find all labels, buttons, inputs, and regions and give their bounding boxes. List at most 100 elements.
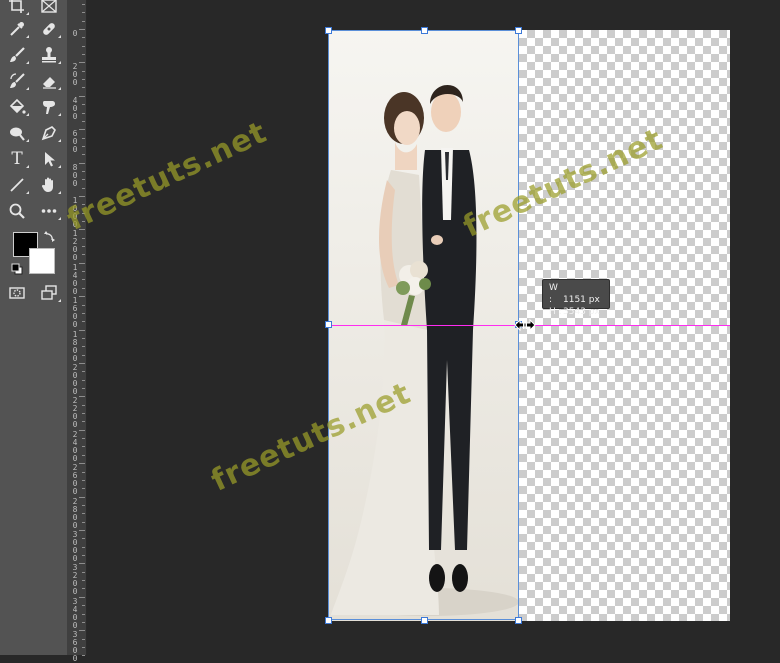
ruler-tick	[82, 313, 85, 314]
ruler-tick	[82, 413, 85, 414]
ruler-tick	[79, 62, 85, 63]
ruler-tick	[82, 288, 85, 289]
ruler-tick	[82, 639, 85, 640]
ruler-tick	[82, 488, 85, 489]
ruler-tick	[82, 238, 85, 239]
width-value: 1151 px	[563, 295, 600, 305]
zoom-tool[interactable]	[4, 199, 30, 223]
frame-icon	[41, 0, 57, 13]
ruler-tick	[82, 346, 85, 347]
ruler-tick	[79, 430, 85, 431]
vertical-ruler[interactable]: 02 0 04 0 06 0 08 0 01 0 0 01 2 0 01 4 0…	[67, 0, 87, 663]
ruler-label: 1 6 0 0	[72, 296, 78, 330]
hand-icon	[41, 177, 53, 192]
ruler-tick	[82, 622, 85, 623]
pen-tool[interactable]	[36, 121, 62, 145]
ruler-tick	[82, 113, 85, 114]
ruler-tick	[82, 138, 85, 139]
pen-icon	[41, 126, 56, 141]
ruler-tick	[82, 121, 85, 122]
ruler-label: 1 4 0 0	[72, 262, 78, 296]
transform-handle-bottom[interactable]	[421, 617, 428, 624]
tools-panel: T	[0, 0, 68, 655]
ruler-tick	[82, 522, 85, 523]
ruler-tick	[82, 254, 85, 255]
line-tool[interactable]	[4, 173, 30, 197]
screen-mode-icon	[41, 285, 57, 300]
ruler-tick	[79, 463, 85, 464]
ruler-tick	[79, 396, 85, 397]
ruler-label: 3 0 0 0	[72, 530, 78, 563]
ruler-tick	[79, 330, 85, 331]
eraser-icon	[43, 77, 56, 89]
quick-mask-button[interactable]	[4, 281, 30, 305]
ruler-tick	[82, 21, 85, 22]
swap-colors-icon[interactable]	[44, 230, 56, 242]
quick-mask-icon	[9, 287, 25, 299]
transform-handle-left[interactable]	[325, 321, 332, 328]
ruler-tick	[82, 555, 85, 556]
ruler-tick	[82, 146, 85, 147]
bandage-icon	[43, 23, 55, 35]
default-colors-icon[interactable]	[11, 263, 23, 275]
transform-handle-bottom-left[interactable]	[325, 617, 332, 624]
transform-handle-top-left[interactable]	[325, 27, 332, 34]
history-brush-tool[interactable]	[4, 69, 30, 93]
stamp-icon	[42, 47, 56, 63]
ruler-tick	[82, 154, 85, 155]
more-tools[interactable]	[36, 199, 62, 223]
ruler-tick	[82, 580, 85, 581]
ruler-tick	[82, 4, 85, 5]
ruler-tick	[82, 647, 85, 648]
crop-tool[interactable]	[4, 0, 30, 18]
dodge-tool[interactable]	[4, 121, 30, 145]
ruler-label: 2 0 0 0	[72, 363, 78, 396]
horizontal-resize-cursor-icon	[514, 318, 536, 332]
hand-tool[interactable]	[36, 173, 62, 197]
ruler-tick	[82, 338, 85, 339]
eyedropper-icon	[10, 22, 24, 36]
ruler-tick	[79, 263, 85, 264]
ruler-tick	[82, 405, 85, 406]
transform-handle-top-right[interactable]	[515, 27, 522, 34]
ruler-tick	[79, 597, 85, 598]
transform-handle-top[interactable]	[421, 27, 428, 34]
ruler-tick	[82, 421, 85, 422]
dodge-icon	[10, 127, 25, 141]
ruler-label: 3 2 0 0	[72, 563, 78, 597]
dimension-tooltip: W : 1151 px H :3543 px	[542, 279, 610, 317]
ruler-label: 6 0 0	[72, 129, 78, 155]
ruler-tick	[82, 87, 85, 88]
ruler-label: 2 8 0 0	[72, 496, 78, 530]
ruler-tick	[79, 363, 85, 364]
brush-icon	[10, 47, 25, 62]
spot-healing-tool[interactable]	[36, 17, 62, 41]
ruler-tick	[82, 572, 85, 573]
ruler-tick	[82, 455, 85, 456]
ellipsis-icon	[41, 209, 57, 213]
eyedropper-tool[interactable]	[4, 17, 30, 41]
ruler-tick	[82, 513, 85, 514]
ruler-tick	[82, 12, 85, 13]
clone-stamp-tool[interactable]	[36, 43, 62, 67]
paint-bucket-tool[interactable]	[4, 95, 30, 119]
crop-icon	[9, 0, 24, 13]
ruler-label: 2 4 0 0	[72, 429, 78, 463]
ruler-label: 1 8 0 0	[72, 329, 78, 363]
magnifier-icon	[9, 203, 25, 219]
path-selection-tool[interactable]	[36, 147, 62, 171]
eraser-tool[interactable]	[36, 69, 62, 93]
ruler-tick	[82, 271, 85, 272]
ruler-tick	[79, 563, 85, 564]
ruler-label: 3 6 0 0	[72, 630, 78, 663]
background-color-swatch[interactable]	[29, 248, 55, 274]
transform-handle-bottom-right[interactable]	[515, 617, 522, 624]
ruler-tick	[82, 246, 85, 247]
ruler-tick	[82, 588, 85, 589]
ruler-tick	[82, 547, 85, 548]
screen-mode-button[interactable]	[36, 281, 62, 305]
type-tool[interactable]: T	[4, 147, 30, 171]
brush-tool[interactable]	[4, 43, 30, 67]
frame-tool[interactable]	[36, 0, 62, 18]
smudge-tool[interactable]	[36, 95, 62, 119]
